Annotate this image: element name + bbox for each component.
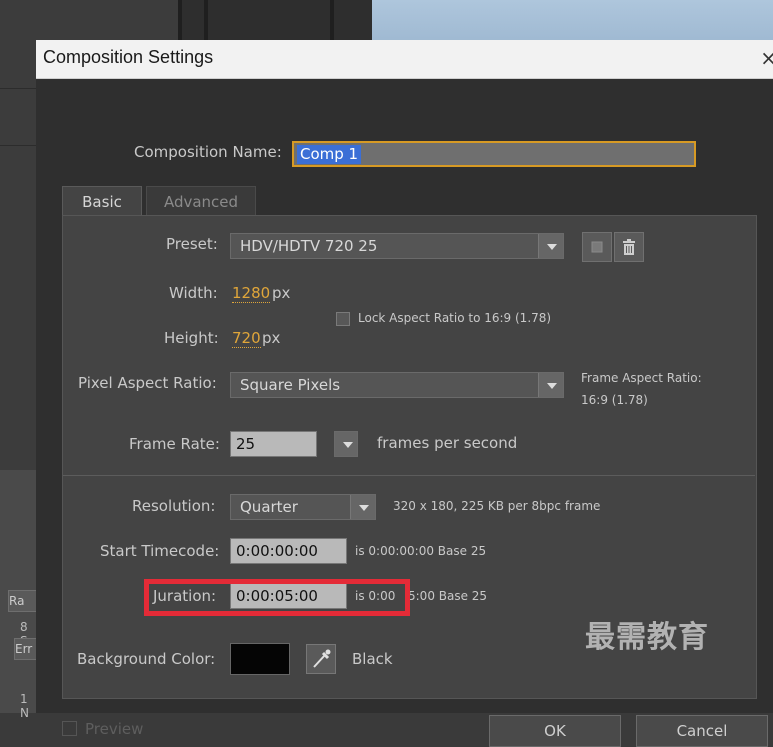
chevron-down-icon xyxy=(335,432,357,456)
resolution-label: Resolution: xyxy=(132,497,216,515)
composition-name-input[interactable]: Comp 1 xyxy=(292,141,696,167)
preset-label: Preset: xyxy=(166,235,218,253)
chevron-down-icon xyxy=(538,234,563,258)
composition-name-value: Comp 1 xyxy=(297,145,362,164)
chevron-down-icon xyxy=(350,495,375,519)
pixel-aspect-dropdown[interactable]: Square Pixels xyxy=(230,372,564,398)
width-value[interactable]: 1280 xyxy=(232,284,271,303)
start-timecode-info: is 0:00:00:00 Base 25 xyxy=(355,544,487,558)
ok-button[interactable]: OK xyxy=(489,715,621,747)
dialog-title: Composition Settings xyxy=(43,47,214,67)
background-viewer xyxy=(372,0,773,42)
chevron-down-icon xyxy=(538,373,563,397)
preset-dropdown[interactable]: HDV/HDTV 720 25 xyxy=(230,233,564,259)
resolution-info: 320 x 180, 225 KB per 8bpc frame xyxy=(393,499,601,513)
lock-aspect-checkbox[interactable] xyxy=(336,312,350,326)
background-color-label: Background Color: xyxy=(77,650,216,668)
duration-highlight-box xyxy=(144,579,410,616)
frame-aspect-label: Frame Aspect Ratio: xyxy=(581,371,702,385)
preview-checkbox[interactable]: Preview xyxy=(62,720,143,738)
background-splitter xyxy=(178,0,182,40)
eyedropper-icon xyxy=(313,649,331,668)
tab-advanced[interactable]: Advanced xyxy=(146,186,256,216)
background-color-swatch[interactable] xyxy=(230,643,290,675)
dialog-titlebar[interactable]: Composition Settings × xyxy=(36,40,773,79)
pixel-aspect-label: Pixel Aspect Ratio: xyxy=(78,374,217,392)
background-splitter xyxy=(204,0,208,40)
composition-name-label: Composition Name: xyxy=(134,143,282,161)
start-timecode-label: Start Timecode: xyxy=(100,542,220,560)
frame-rate-dropdown[interactable] xyxy=(334,431,358,457)
background-color-name: Black xyxy=(352,650,393,668)
lock-aspect-label: Lock Aspect Ratio to 16:9 (1.78) xyxy=(358,311,552,325)
background-toolbar xyxy=(178,0,378,40)
background-splitter xyxy=(330,0,334,40)
watermark-logo: 最需教育 xyxy=(585,620,709,655)
preset-value: HDV/HDTV 720 25 xyxy=(240,237,378,255)
frame-rate-label: Frame Rate: xyxy=(129,435,220,453)
tab-basic[interactable]: Basic xyxy=(62,186,142,216)
background-timeline-strip: Ra 8 S Err 1 N xyxy=(0,470,46,720)
close-icon[interactable]: × xyxy=(760,46,773,70)
height-unit: px xyxy=(262,329,281,347)
resolution-value: Quarter xyxy=(240,498,298,516)
delete-preset-button[interactable] xyxy=(614,232,644,262)
eyedropper-button[interactable] xyxy=(306,644,336,674)
save-preset-button[interactable] xyxy=(582,232,612,262)
start-timecode-input[interactable]: 0:00:00:00 xyxy=(230,538,347,564)
cancel-button[interactable]: Cancel xyxy=(636,715,768,747)
width-label: Width: xyxy=(169,284,218,302)
checkbox-icon xyxy=(62,721,77,736)
frame-rate-input[interactable]: 25 xyxy=(230,431,317,457)
height-label: Height: xyxy=(164,329,219,347)
pixel-aspect-value: Square Pixels xyxy=(240,376,341,394)
duration-info-end: 5:00 Base 25 xyxy=(408,589,488,603)
save-icon xyxy=(591,241,603,253)
width-unit: px xyxy=(272,284,291,302)
height-value[interactable]: 720 xyxy=(232,329,261,348)
frame-rate-unit: frames per second xyxy=(377,434,518,452)
preview-label: Preview xyxy=(85,720,144,738)
section-divider xyxy=(63,475,755,476)
resolution-dropdown[interactable]: Quarter xyxy=(230,494,376,520)
frame-aspect-value: 16:9 (1.78) xyxy=(581,393,648,407)
trash-icon xyxy=(623,239,635,255)
